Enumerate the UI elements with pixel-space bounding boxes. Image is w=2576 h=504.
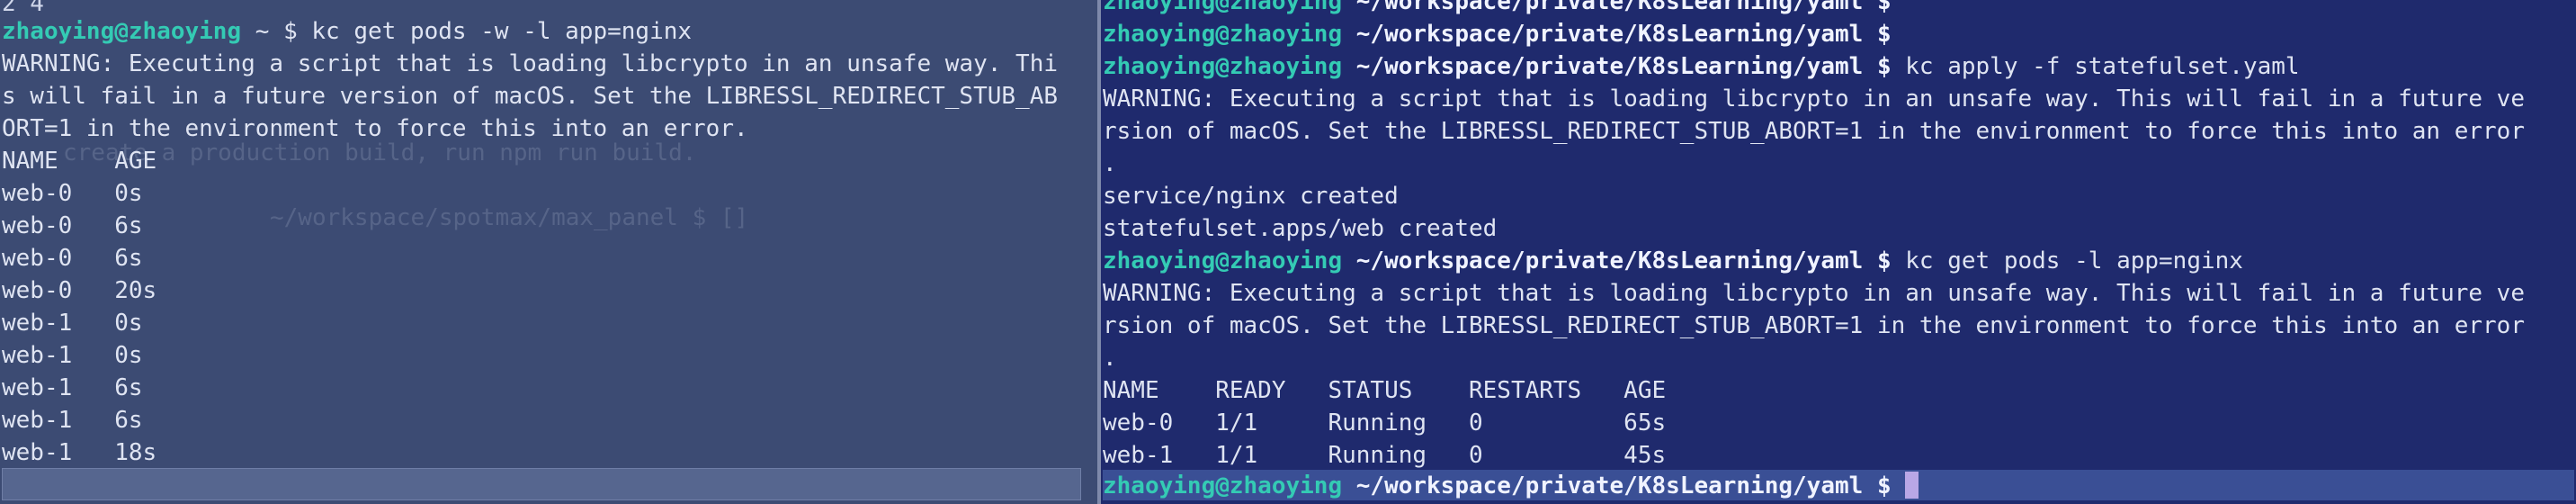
command-text: kc apply -f statefulset.yaml (1905, 53, 2300, 80)
table-row: web-1 6s (2, 374, 143, 401)
prompt-cwd: ~/workspace/private/K8sLearning/yaml (1355, 53, 1864, 80)
text-cursor (1905, 472, 1919, 499)
warning-line: s will fail in a future version of macOS… (2, 83, 1058, 110)
prompt-cwd: ~/workspace/private/K8sLearning/yaml (1355, 0, 1864, 15)
warning-line: rsion of macOS. Set the LIBRESSL_REDIREC… (1103, 312, 2525, 339)
table-row: web-1 0s (2, 342, 143, 369)
table-header: NAME READY STATUS RESTARTS AGE (1103, 377, 1667, 404)
prompt-cwd: ~ (255, 18, 270, 45)
output-line: statefulset.apps/web created (1103, 215, 1498, 242)
warning-line: . (1103, 150, 1117, 177)
output-line: service/nginx created (1103, 183, 1399, 210)
prompt-cwd: ~/workspace/private/K8sLearning/yaml (1355, 472, 1864, 500)
prompt-cwd: ~/workspace/private/K8sLearning/yaml (1355, 21, 1864, 48)
table-row: web-1 0s (2, 310, 143, 337)
warning-line: WARNING: Executing a script that is load… (2, 50, 1058, 77)
table-row: web-1 1/1 Running 0 45s (1103, 442, 1667, 469)
warning-line: WARNING: Executing a script that is load… (1103, 86, 2525, 112)
left-terminal-pane[interactable]: create a production build, run npm run b… (0, 0, 1097, 504)
table-row: web-0 6s (2, 245, 143, 272)
prompt-symbol: $ (1876, 21, 1892, 48)
prompt-user: zhaoying@zhaoying (1103, 472, 1343, 500)
right-terminal-pane[interactable]: zhaoying@zhaoying ~/workspace/private/K8… (1101, 0, 2576, 504)
table-row: web-0 1/1 Running 0 65s (1103, 410, 1667, 436)
warning-line: rsion of macOS. Set the LIBRESSL_REDIREC… (1103, 118, 2525, 145)
command-line: zhaoying@zhaoying ~/workspace/private/K8… (1103, 50, 2525, 83)
prompt-symbol: $ (1876, 53, 1892, 80)
table-row: web-1 18s (2, 439, 157, 466)
prompt-symbol: $ (283, 18, 298, 45)
prompt-user: zhaoying@zhaoying (1103, 0, 1343, 15)
prompt-cwd: ~/workspace/private/K8sLearning/yaml (1355, 248, 1864, 274)
command-text: kc get pods -l app=nginx (1905, 248, 2243, 274)
prompt-user: zhaoying@zhaoying (2, 18, 242, 45)
prompt-symbol: $ (1876, 0, 1892, 15)
prompt-line: zhaoying@zhaoying ~/workspace/private/K8… (1103, 18, 2525, 50)
warning-line: . (1103, 345, 1117, 372)
command-line: zhaoying@zhaoying ~/workspace/private/K8… (1103, 245, 2525, 277)
active-command-line[interactable]: zhaoying@zhaoying ~/workspace/private/K8… (1103, 470, 2574, 500)
table-row: web-1 6s (2, 407, 143, 434)
prompt-user: zhaoying@zhaoying (1103, 248, 1343, 274)
prompt-line: zhaoying@zhaoying ~/workspace/private/K8… (1103, 0, 2525, 18)
left-input-line[interactable] (2, 468, 1081, 500)
prompt-symbol: $ (1876, 472, 1892, 500)
command-text: kc get pods -w -l app=nginx (311, 18, 693, 45)
table-row: web-0 0s (2, 180, 143, 207)
prompt-user: zhaoying@zhaoying (1103, 53, 1343, 80)
table-row: web-0 20s (2, 277, 157, 304)
warning-line: WARNING: Executing a script that is load… (1103, 280, 2525, 307)
scrolled-partial-line: 2 4 (2, 0, 44, 15)
command-line: zhaoying@zhaoying ~ $ kc get pods -w -l … (2, 15, 1058, 48)
table-header: NAME AGE (2, 148, 157, 175)
left-terminal-output: 2 4 zhaoying@zhaoying ~ $ kc get pods -w… (2, 0, 1058, 469)
table-row: web-0 6s (2, 212, 143, 239)
prompt-symbol: $ (1876, 248, 1892, 274)
right-terminal-output: zhaoying@zhaoying ~/workspace/private/K8… (1103, 0, 2525, 472)
warning-line: ORT=1 in the environment to force this i… (2, 115, 748, 142)
active-prompt: zhaoying@zhaoying ~/workspace/private/K8… (1103, 470, 2574, 502)
prompt-user: zhaoying@zhaoying (1103, 21, 1343, 48)
